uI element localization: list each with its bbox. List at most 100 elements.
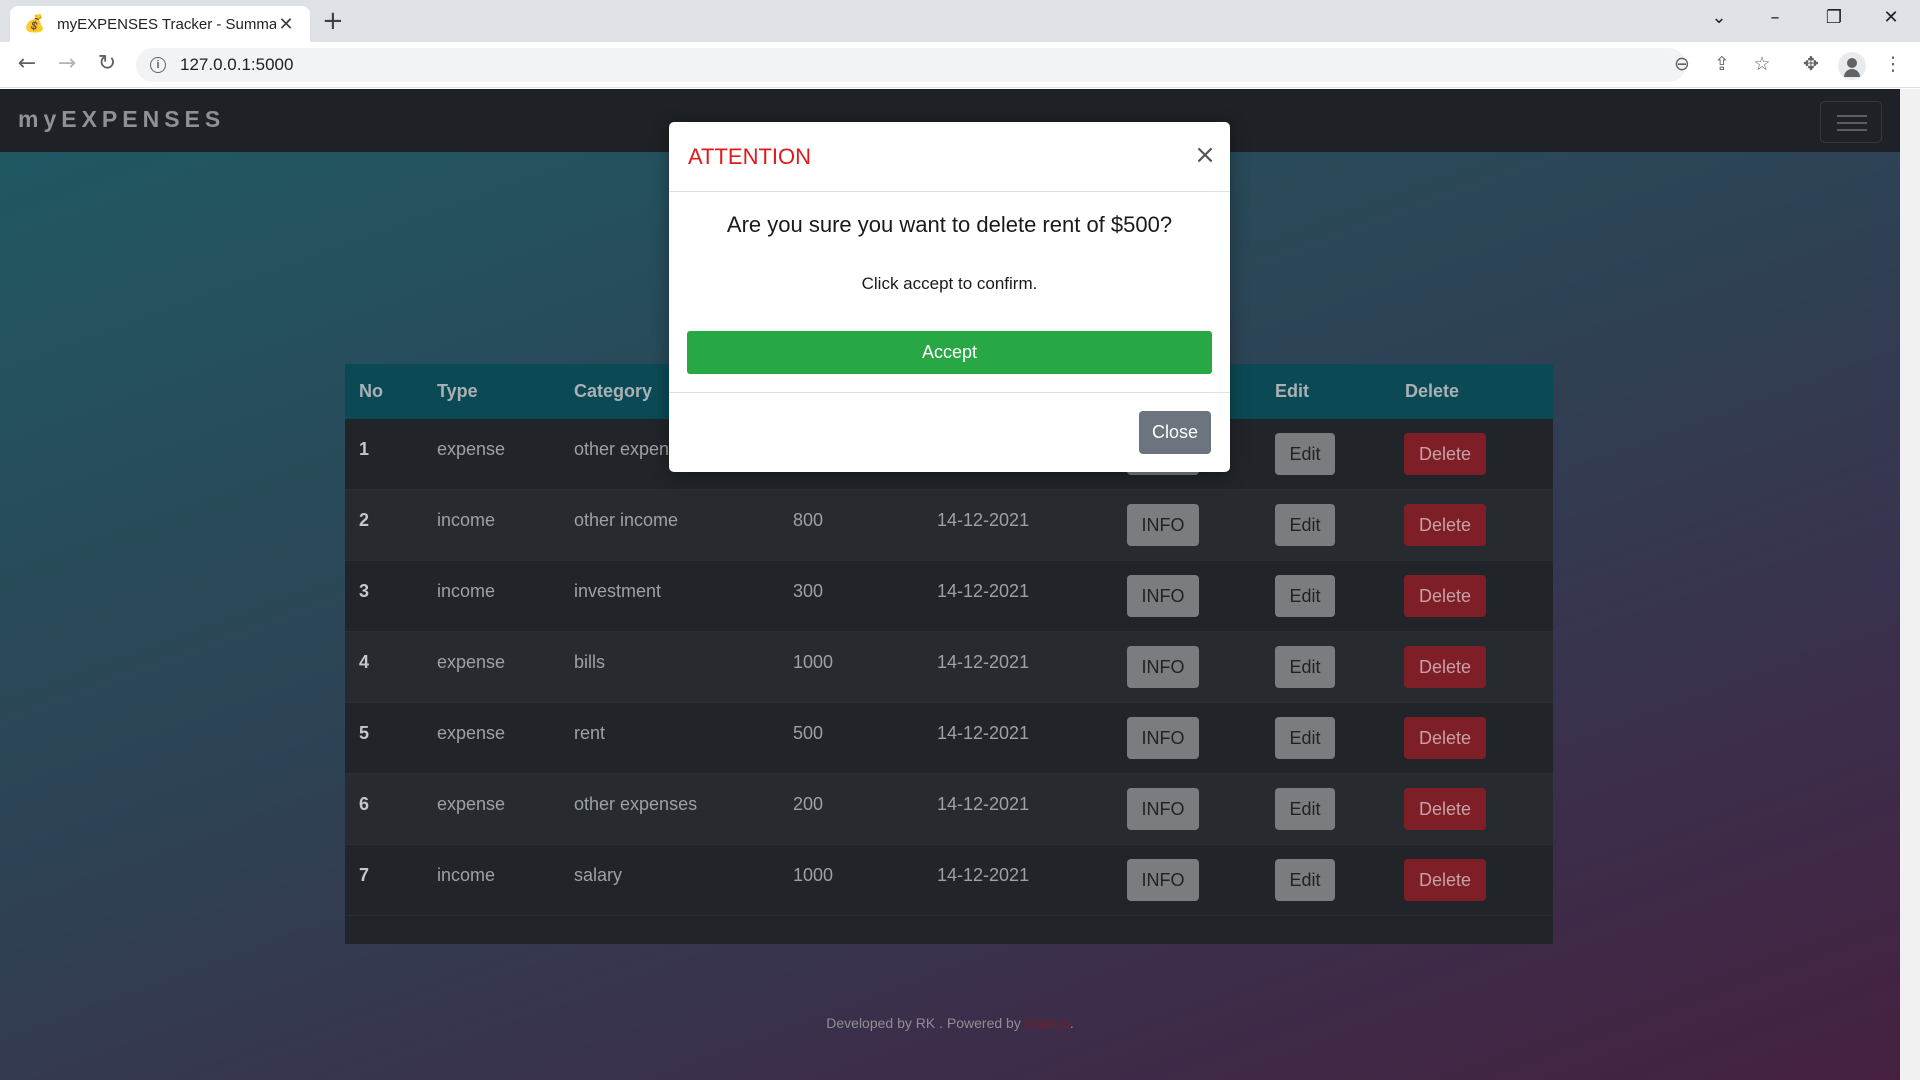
modal-title: ATTENTION [688,144,812,169]
cell-category: rent [574,723,606,743]
profile-avatar-icon[interactable] [1838,52,1866,80]
cell-date: 14-12-2021 [937,581,1030,601]
cell-no: 2 [359,510,370,530]
cell-type: expense [437,723,506,743]
delete-button[interactable]: Delete [1404,433,1486,475]
delete-button[interactable]: Delete [1404,717,1486,759]
cell-type: expense [437,652,506,672]
cell-category: salary [574,865,623,885]
header-delete: Delete [1405,381,1460,401]
cell-date: 14-12-2021 [937,794,1030,814]
table-row: 6 expense other expenses 200 14-12-2021 … [345,774,1553,845]
cell-category: bills [574,652,606,672]
cell-amount: 1000 [793,652,834,672]
cell-no: 7 [359,865,370,885]
cell-date: 14-12-2021 [937,652,1030,672]
hamburger-menu-icon[interactable] [1820,101,1882,143]
close-button[interactable]: Close [1139,411,1211,454]
table-row: 3 income investment 300 14-12-2021 INFO … [345,561,1553,632]
address-bar[interactable]: i 127.0.0.1:5000 [136,48,1686,82]
cell-date: 14-12-2021 [937,510,1030,530]
delete-button[interactable]: Delete [1404,504,1486,546]
cell-type: expense [437,794,506,814]
cell-no: 4 [359,652,370,672]
delete-button[interactable]: Delete [1404,788,1486,830]
header-type: Type [437,381,478,401]
cell-category: investment [574,581,662,601]
chartjs-link[interactable]: chart.js [1025,1015,1070,1031]
edit-button[interactable]: Edit [1275,859,1335,901]
info-button[interactable]: INFO [1127,646,1199,688]
back-icon[interactable]: ← [12,51,42,77]
minimize-icon[interactable]: – [1760,6,1790,30]
page-footer: Developed by RK . Powered by chart.js. [0,1015,1900,1031]
money-bag-icon: 💰 [24,14,46,34]
window-close-icon[interactable]: ✕ [1876,6,1906,30]
table-row: 5 expense rent 500 14-12-2021 INFO Edit … [345,703,1553,774]
reload-icon[interactable]: ↻ [92,51,122,77]
browser-tab-bar: 💰 myEXPENSES Tracker - Summary ✕ + ⌄ – ❐… [0,0,1920,42]
edit-button[interactable]: Edit [1275,504,1335,546]
delete-button[interactable]: Delete [1404,859,1486,901]
cell-no: 5 [359,723,370,743]
table-row: 4 expense bills 1000 14-12-2021 INFO Edi… [345,632,1553,703]
share-icon[interactable]: ⇪ [1708,52,1736,76]
browser-toolbar: ← → ↻ i 127.0.0.1:5000 ⊖ ⇪ ☆ ✥ ⋮ [0,42,1920,88]
table-row: 2 income other income 800 14-12-2021 INF… [345,490,1553,561]
modal-divider [669,392,1230,393]
delete-button[interactable]: Delete [1404,575,1486,617]
cell-type: income [437,510,496,530]
cell-category: other expenses [574,794,698,814]
edit-button[interactable]: Edit [1275,646,1335,688]
info-button[interactable]: INFO [1127,717,1199,759]
header-no: No [359,381,383,401]
delete-confirm-modal: ATTENTION × Are you sure you want to del… [669,122,1230,472]
info-button[interactable]: INFO [1127,504,1199,546]
edit-button[interactable]: Edit [1275,433,1335,475]
cell-amount: 800 [793,510,824,530]
restore-icon[interactable]: ❐ [1819,6,1849,30]
extensions-icon[interactable]: ✥ [1797,52,1825,76]
close-icon[interactable]: × [1190,140,1220,170]
cell-no: 1 [359,439,370,459]
cell-type: income [437,581,496,601]
tab-close-icon[interactable]: ✕ [276,14,296,35]
cell-no: 3 [359,581,370,601]
modal-header: ATTENTION × [669,122,1230,192]
forward-icon[interactable]: → [52,51,82,77]
cell-amount: 300 [793,581,824,601]
tab-title: myEXPENSES Tracker - Summary [57,15,276,33]
info-button[interactable]: INFO [1127,575,1199,617]
tab-search-icon[interactable]: ⌄ [1704,6,1734,30]
cell-type: income [437,865,496,885]
info-button[interactable]: INFO [1127,788,1199,830]
header-edit: Edit [1275,381,1309,401]
brand-logo[interactable]: myEXPENSES [18,106,225,133]
modal-question: Are you sure you want to delete rent of … [726,212,1173,237]
cell-date: 14-12-2021 [937,865,1030,885]
modal-subtext: Click accept to confirm. [861,274,1038,293]
info-button[interactable]: INFO [1127,859,1199,901]
cell-type: expense [437,439,506,459]
new-tab-icon[interactable]: + [322,7,344,35]
edit-button[interactable]: Edit [1275,717,1335,759]
zoom-icon[interactable]: ⊖ [1668,52,1696,76]
delete-button[interactable]: Delete [1404,646,1486,688]
cell-no: 6 [359,794,370,814]
header-category: Category [574,381,653,401]
page-scrollbar[interactable] [1900,89,1920,1080]
site-info-icon[interactable]: i [150,57,166,73]
accept-button[interactable]: Accept [687,331,1212,374]
browser-tab[interactable]: 💰 myEXPENSES Tracker - Summary ✕ [10,6,310,42]
cell-amount: 200 [793,794,824,814]
edit-button[interactable]: Edit [1275,788,1335,830]
bookmark-star-icon[interactable]: ☆ [1748,52,1776,76]
url-text: 127.0.0.1:5000 [180,55,294,74]
cell-amount: 500 [793,723,824,743]
table-row: 7 income salary 1000 14-12-2021 INFO Edi… [345,845,1553,916]
footer-text: Developed by RK . Powered by [826,1015,1025,1031]
menu-dots-icon[interactable]: ⋮ [1879,52,1907,76]
cell-date: 14-12-2021 [937,723,1030,743]
cell-category: other income [574,510,679,530]
edit-button[interactable]: Edit [1275,575,1335,617]
